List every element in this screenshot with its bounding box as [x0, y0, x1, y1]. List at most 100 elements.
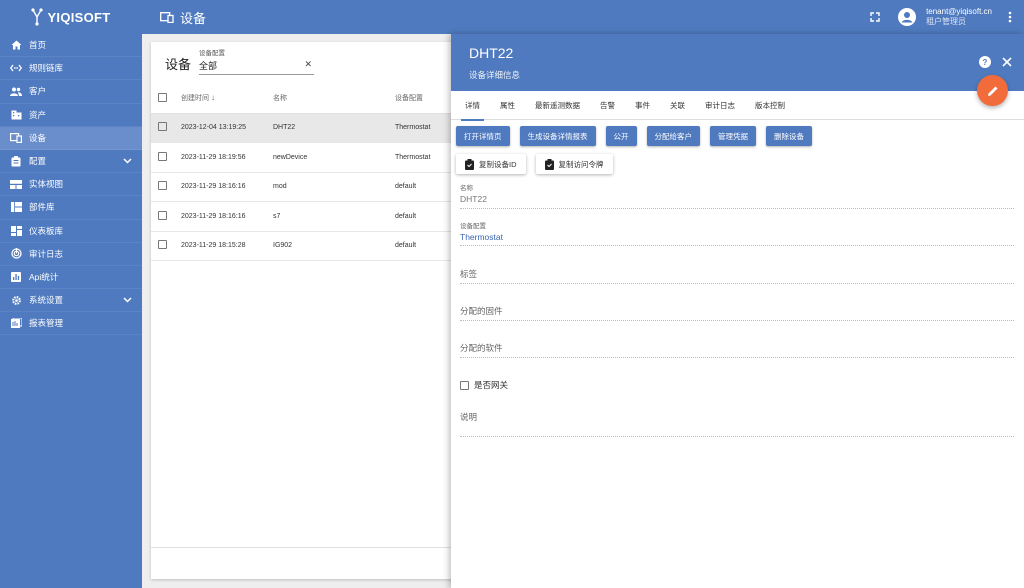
row-time: 2023-11-29 18:19:56 [181, 142, 273, 173]
device-table: 创建时间 ↓ 名称 设备配置 2023-12-04 13:19:25 DHT22… [151, 84, 461, 261]
pencil-icon [987, 86, 997, 96]
profile-field-value[interactable]: Thermostat [460, 232, 1014, 242]
user-email: tenant@yiqisoft.cn [926, 7, 992, 16]
filter-value[interactable]: 全部 ✕ [199, 59, 314, 75]
sidebar-item-home[interactable]: 首页 [0, 34, 142, 58]
tab-version-control[interactable]: 版本控制 [745, 91, 795, 120]
name-field-label: 名称 [460, 185, 473, 192]
row-checkbox[interactable] [158, 122, 167, 132]
sidebar-item-label: 客户 [29, 86, 47, 97]
sidebar-item-label: 设备 [29, 132, 47, 143]
sidebar-item-devices[interactable]: 设备 [0, 126, 142, 150]
label-field-placeholder: 标签 [460, 269, 478, 279]
row-select-cell [151, 172, 181, 202]
copy-access-token-button[interactable]: 复制访问令牌 [535, 154, 613, 174]
row-checkbox[interactable] [158, 210, 167, 220]
table-row[interactable]: 2023-11-29 18:16:16 s7 default [151, 201, 461, 232]
user-info[interactable]: tenant@yiqisoft.cn 租户管理员 [926, 7, 992, 27]
delete-device-button[interactable]: 删除设备 [766, 126, 812, 146]
row-checkbox[interactable] [158, 240, 167, 250]
sidebar-item-customers[interactable]: 客户 [0, 80, 142, 104]
label-field[interactable]: 标签 [460, 268, 1014, 284]
tab-attributes[interactable]: 属性 [490, 91, 525, 120]
help-icon[interactable]: ? [979, 56, 991, 68]
manage-credentials-button[interactable]: 管理凭据 [710, 126, 756, 146]
firmware-field[interactable]: 分配的固件 [460, 305, 1014, 321]
page-title: 设备 [180, 10, 207, 26]
chart-icon [10, 271, 22, 283]
tab-audit-logs[interactable]: 审计日志 [695, 91, 745, 120]
software-field[interactable]: 分配的软件 [460, 342, 1014, 358]
tab-relations[interactable]: 关联 [660, 91, 695, 120]
more-vert-icon[interactable] [1008, 11, 1012, 23]
tab-details[interactable]: 详情 [455, 91, 490, 121]
sidebar-item-widgets[interactable]: 部件库 [0, 196, 142, 220]
table-row[interactable]: 2023-11-29 18:19:56 newDevice Thermostat [151, 142, 461, 173]
table-row[interactable]: 2023-12-04 13:19:25 DHT22 Thermostat [151, 113, 461, 143]
row-checkbox[interactable] [158, 151, 167, 161]
make-public-button[interactable]: 公开 [605, 126, 637, 146]
generate-report-button[interactable]: 生成设备详情报表 [519, 126, 596, 146]
table-row[interactable]: 2023-11-29 18:16:16 mod default [151, 172, 461, 202]
gear-icon [10, 294, 22, 306]
config-icon [10, 155, 22, 167]
sidebar-item-audit-logs[interactable]: 审计日志 [0, 243, 142, 266]
account-icon[interactable] [898, 8, 917, 26]
row-select-cell [151, 231, 181, 261]
device-profile-field[interactable]: 设备配置 Thermostat [460, 220, 1014, 246]
brand-logo[interactable]: YIQISOFT [0, 0, 142, 34]
copy-buttons: 复制设备ID 复制访问令牌 [451, 146, 1024, 174]
panel-subtitle: 设备详细信息 [469, 70, 521, 80]
clear-icon[interactable]: ✕ [304, 59, 312, 70]
fullscreen-icon[interactable] [870, 12, 880, 22]
clipboard-icon [544, 158, 554, 170]
close-icon[interactable] [1002, 57, 1012, 67]
row-name: s7 [273, 201, 395, 232]
panel-header: DHT22 设备详细信息 ? [451, 34, 1024, 91]
name-field-value: DHT22 [460, 194, 487, 204]
tab-latest-telemetry[interactable]: 最新遥测数据 [525, 91, 590, 120]
column-name-label: 名称 [273, 95, 287, 103]
devices-icon [160, 11, 174, 23]
table-row[interactable]: 2023-11-29 18:15:28 IG902 default [151, 231, 461, 261]
column-profile-label: 设备配置 [395, 95, 423, 103]
top-right-area: tenant@yiqisoft.cn 租户管理员 [870, 0, 1012, 34]
name-field[interactable]: 名称 DHT22 [460, 182, 1014, 209]
edit-button[interactable] [977, 75, 1008, 106]
chevron-down-icon [123, 295, 132, 305]
brand-name: YIQISOFT [47, 9, 111, 25]
row-select-cell [151, 201, 181, 232]
sidebar-item-profiles[interactable]: 配置 [0, 150, 142, 174]
column-header-time[interactable]: 创建时间 ↓ [181, 84, 273, 114]
column-header-name[interactable]: 名称 [273, 84, 395, 114]
open-details-button[interactable]: 打开详情页 [456, 126, 510, 146]
table-header-row: 创建时间 ↓ 名称 设备配置 [151, 84, 461, 114]
device-profile-filter[interactable]: 设备配置 全部 ✕ [199, 47, 314, 75]
sidebar-item-reports[interactable]: 报表管理 [0, 312, 142, 336]
description-field[interactable]: 说明 [460, 411, 1014, 437]
row-time: 2023-12-04 13:19:25 [181, 113, 273, 143]
select-all-checkbox[interactable] [158, 92, 167, 102]
sidebar-item-api-stats[interactable]: Api统计 [0, 266, 142, 290]
gateway-checkbox-row[interactable]: 是否网关 [460, 379, 508, 391]
gateway-checkbox[interactable] [460, 380, 469, 390]
action-buttons: 打开详情页 生成设备详情报表 公开 分配给客户 管理凭据 删除设备 [451, 120, 1024, 146]
sidebar-item-label: 首页 [29, 40, 47, 51]
column-time-label: 创建时间 [181, 95, 209, 103]
sidebar-item-rule-chains[interactable]: 规则链库 [0, 57, 142, 81]
row-time: 2023-11-29 18:16:16 [181, 172, 273, 202]
copy-device-id-button[interactable]: 复制设备ID [456, 154, 526, 174]
home-icon [10, 39, 22, 51]
sidebar-item-system-settings[interactable]: 系统设置 [0, 289, 142, 313]
tab-events[interactable]: 事件 [625, 91, 660, 120]
tab-alarms[interactable]: 告警 [590, 91, 625, 120]
assign-customer-button[interactable]: 分配给客户 [646, 126, 700, 146]
sidebar-item-assets[interactable]: 资产 [0, 104, 142, 127]
track-changes-icon [10, 248, 22, 260]
sidebar-item-entity-views[interactable]: 实体视图 [0, 173, 142, 197]
sidebar-item-dashboards[interactable]: 仪表板库 [0, 220, 142, 243]
row-checkbox[interactable] [158, 181, 167, 191]
row-time: 2023-11-29 18:15:28 [181, 231, 273, 261]
gateway-label: 是否网关 [474, 380, 509, 390]
detail-tabs: 详情 属性 最新遥测数据 告警 事件 关联 审计日志 版本控制 [451, 91, 1024, 121]
